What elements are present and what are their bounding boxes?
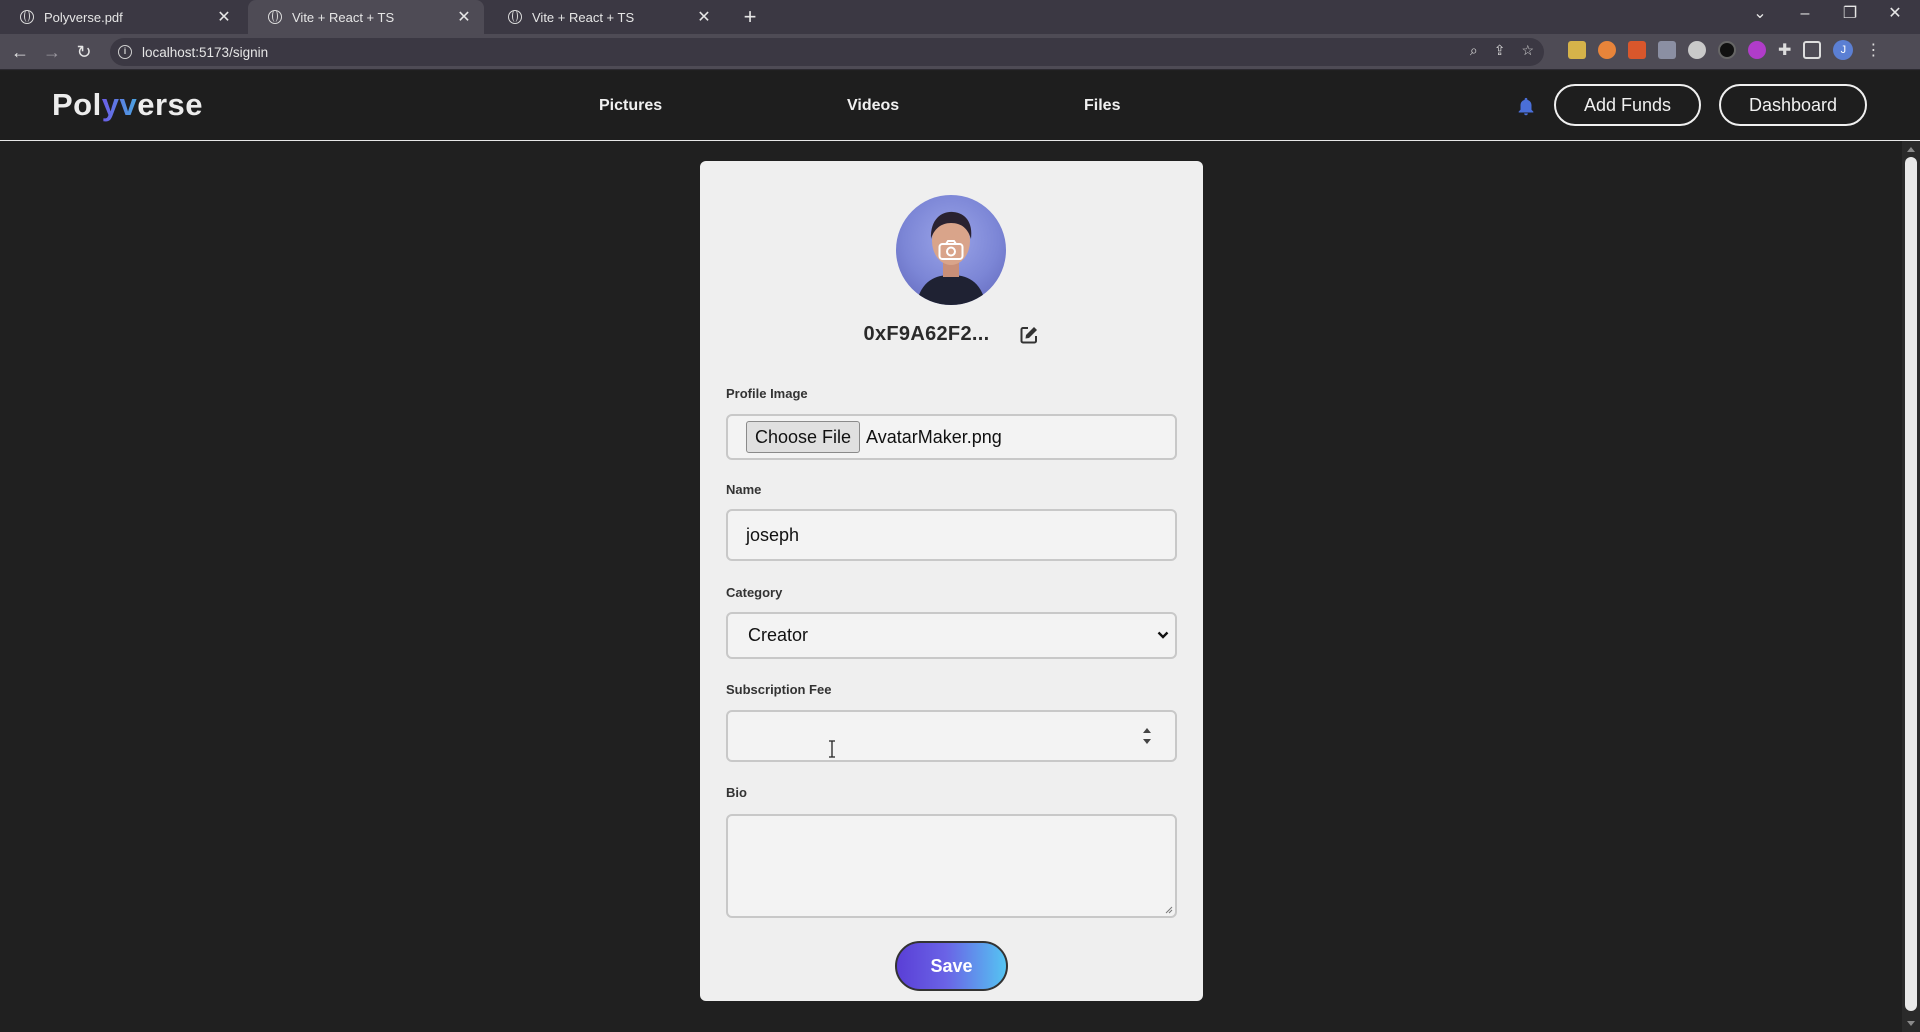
extension-icon[interactable] <box>1658 41 1676 59</box>
browser-toolbar: ← → ↻ i localhost:5173/signin ⌕ ⇪ ☆ ✚ J … <box>0 34 1920 70</box>
nav-videos[interactable]: Videos <box>847 97 899 115</box>
forward-arrow-icon[interactable]: → <box>40 40 64 64</box>
url-text[interactable]: localhost:5173/signin <box>142 45 268 60</box>
file-name: AvatarMaker.png <box>866 426 1002 447</box>
edit-icon[interactable] <box>1019 325 1039 345</box>
close-icon[interactable]: ✕ <box>454 7 474 27</box>
logo-part: erse <box>137 87 204 122</box>
extension-icon[interactable] <box>1718 41 1736 59</box>
browser-tab-strip: Polyverse.pdf ✕ Vite + React + TS ✕ Vite… <box>0 0 1920 34</box>
scroll-up-arrow-icon[interactable] <box>1907 147 1915 152</box>
extension-icon[interactable] <box>1628 41 1646 59</box>
profile-image-input[interactable]: Choose File AvatarMaker.png <box>726 414 1177 460</box>
minimize-button[interactable]: – <box>1785 0 1825 30</box>
logo-part: Pol <box>52 87 102 122</box>
resize-grip-icon[interactable] <box>1163 904 1173 914</box>
browser-tab[interactable]: Vite + React + TS ✕ <box>488 0 724 34</box>
polyverse-logo[interactable]: Polyverse <box>52 87 203 123</box>
side-panel-icon[interactable] <box>1803 41 1822 59</box>
menu-dots-icon[interactable]: ⋮ <box>1865 40 1881 60</box>
globe-icon <box>508 10 522 24</box>
chevron-down-icon <box>1157 631 1169 639</box>
address-row: 0xF9A62F2... <box>700 323 1203 346</box>
dashboard-button[interactable]: Dashboard <box>1719 84 1867 126</box>
subscription-fee-label: Subscription Fee <box>726 682 832 697</box>
nav-files[interactable]: Files <box>1084 97 1120 115</box>
share-icon[interactable]: ⇪ <box>1494 42 1506 59</box>
extensions-area: ✚ J ⋮ <box>1568 40 1881 60</box>
new-tab-button[interactable]: + <box>738 4 762 30</box>
tab-title: Vite + React + TS <box>292 9 395 25</box>
profile-image-label: Profile Image <box>726 386 808 401</box>
info-icon[interactable]: i <box>118 45 132 59</box>
number-spinner[interactable] <box>1141 724 1153 748</box>
globe-icon <box>20 10 34 24</box>
close-icon[interactable]: ✕ <box>214 7 234 27</box>
scroll-thumb[interactable] <box>1905 157 1917 1011</box>
camera-icon[interactable] <box>938 239 964 261</box>
window-close-button[interactable]: ✕ <box>1875 0 1915 30</box>
bio-textarea[interactable] <box>726 814 1177 918</box>
category-value: Creator <box>748 625 809 645</box>
metamask-icon[interactable] <box>1598 41 1616 59</box>
subscription-fee-input[interactable] <box>726 710 1177 762</box>
extension-icon[interactable] <box>1568 41 1586 59</box>
nav-pictures[interactable]: Pictures <box>599 97 662 115</box>
puzzle-icon[interactable]: ✚ <box>1778 40 1791 60</box>
reload-icon[interactable]: ↻ <box>72 40 96 64</box>
page-scrollbar[interactable] <box>1902 141 1920 1032</box>
name-label: Name <box>726 482 762 497</box>
back-arrow-icon[interactable]: ← <box>8 40 32 64</box>
choose-file-button[interactable]: Choose File <box>746 421 861 453</box>
restore-button[interactable]: ❐ <box>1830 0 1870 30</box>
add-funds-button[interactable]: Add Funds <box>1554 84 1701 126</box>
bell-icon[interactable] <box>1515 96 1537 118</box>
tab-title: Polyverse.pdf <box>44 9 123 25</box>
profile-card: 0xF9A62F2... Profile Image Choose File A… <box>700 161 1203 1001</box>
bio-label: Bio <box>726 785 747 800</box>
save-button[interactable]: Save <box>895 941 1008 991</box>
close-icon[interactable]: ✕ <box>694 7 714 27</box>
address-bar[interactable]: i localhost:5173/signin ⌕ ⇪ ☆ <box>110 38 1544 66</box>
bookmark-star-icon[interactable]: ☆ <box>1521 42 1534 59</box>
extension-icon[interactable] <box>1688 41 1706 59</box>
browser-tab[interactable]: Polyverse.pdf ✕ <box>0 0 244 34</box>
extension-icon[interactable] <box>1748 41 1766 59</box>
avatar[interactable] <box>896 195 1006 305</box>
globe-icon <box>268 10 282 24</box>
tab-title: Vite + React + TS <box>532 9 635 25</box>
category-label: Category <box>726 585 783 600</box>
logo-part: yv <box>101 87 138 122</box>
category-select[interactable]: Creator <box>726 612 1177 659</box>
wallet-address: 0xF9A62F2... <box>863 323 990 345</box>
app-header: Polyverse Pictures Videos Files Add Fund… <box>0 71 1920 141</box>
name-input[interactable]: joseph <box>726 509 1177 561</box>
tab-search-icon[interactable]: ⌄ <box>1740 0 1780 30</box>
text-cursor-icon <box>829 740 835 758</box>
browser-tab-active[interactable]: Vite + React + TS ✕ <box>248 0 484 34</box>
scroll-down-arrow-icon[interactable] <box>1907 1021 1915 1026</box>
profile-avatar[interactable]: J <box>1833 40 1854 60</box>
zoom-icon[interactable]: ⌕ <box>1470 42 1478 59</box>
